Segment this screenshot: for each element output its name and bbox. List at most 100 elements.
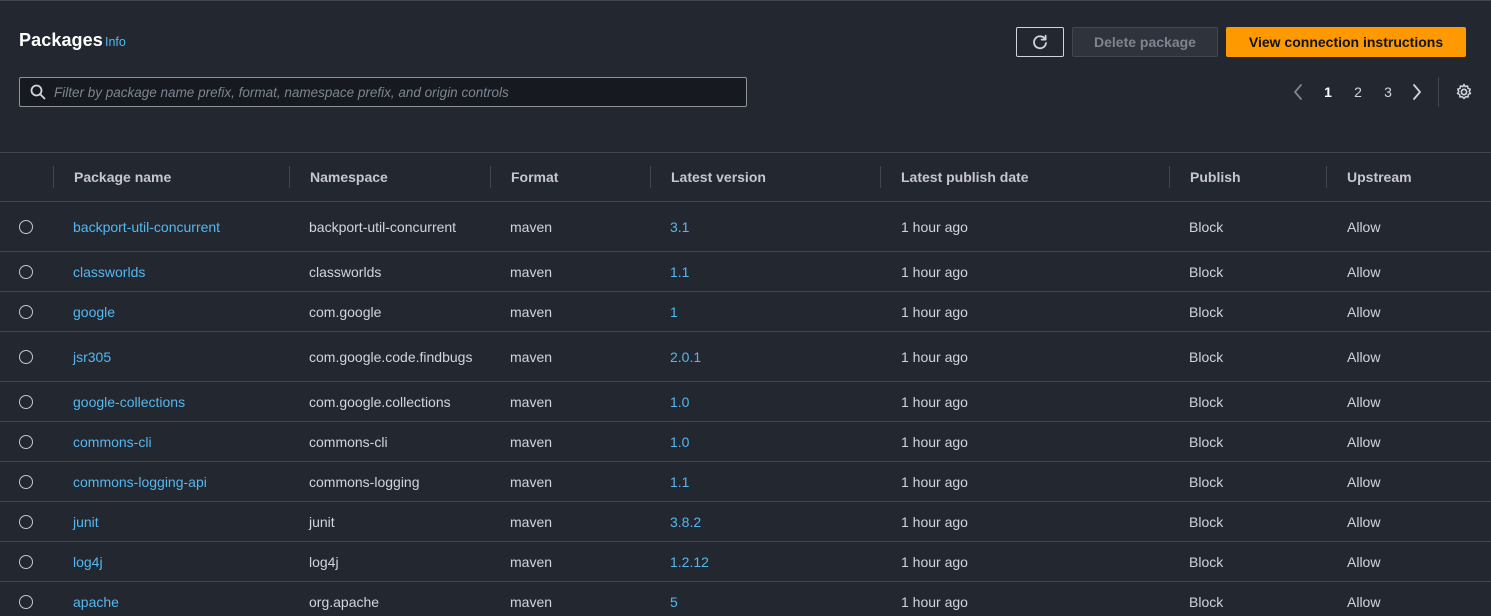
row-select-radio[interactable] [19,434,33,449]
search-input[interactable] [54,84,734,100]
namespace-cell: log4j [309,553,339,570]
publish-cell: Block [1189,593,1224,610]
row-select-radio[interactable] [19,554,33,569]
latest-version-link[interactable]: 2.0.1 [670,332,701,381]
publish-date-cell: 1 hour ago [901,348,968,365]
namespace-cell: backport-util-concurrent [309,218,457,235]
publish-cell: Block [1189,393,1224,410]
latest-version-link[interactable]: 3.1 [670,202,689,251]
format-cell: maven [510,303,553,320]
info-link[interactable]: Info [105,35,126,49]
package-name-link[interactable]: google [73,292,115,331]
search-icon [30,84,46,100]
latest-version-link[interactable]: 1.1 [670,462,689,501]
row-select-radio[interactable] [19,514,33,529]
table-row[interactable]: commons-cli commons-cli maven 1.0 1 hour ago… [0,422,1491,462]
column-divider [880,166,881,188]
column-divider [53,166,54,188]
row-select-radio[interactable] [19,474,33,489]
format-cell: maven [510,433,553,450]
table-row[interactable]: google-collections com.google.collections… [0,382,1491,422]
column-header-publish[interactable]: Publish [1190,153,1241,201]
view-connection-instructions-button[interactable]: View connection instructions [1226,27,1466,57]
namespace-cell: com.google.code.findbugs [309,348,473,365]
package-name-link[interactable]: log4j [73,542,103,581]
package-name-link[interactable]: junit [73,502,99,541]
publish-cell: Block [1189,433,1224,450]
publish-date-cell: 1 hour ago [901,473,968,490]
page-header: Packages Info Delete package View connec… [0,1,1491,151]
latest-version-link[interactable]: 3.8.2 [670,502,701,541]
package-name-link[interactable]: commons-cli [73,422,152,461]
row-select-radio[interactable] [19,394,33,409]
publish-cell: Block [1189,513,1224,530]
chevron-left-icon[interactable] [1291,79,1305,105]
latest-version-link[interactable]: 1.2.12 [670,542,709,581]
page-2-button[interactable]: 2 [1348,79,1368,105]
column-header-format[interactable]: Format [511,153,558,201]
row-select-radio[interactable] [19,349,33,364]
package-name-link[interactable]: classworlds [73,252,145,291]
namespace-cell: junit [309,513,335,530]
refresh-icon [1031,33,1049,51]
column-divider [1326,166,1327,188]
refresh-button[interactable] [1016,27,1064,57]
table-row[interactable]: classworlds classworlds maven 1.1 1 hour ago… [0,252,1491,292]
table-row[interactable]: log4j log4j maven 1.2.12 1 hour ago Block Allo… [0,542,1491,582]
publish-date-cell: 1 hour ago [901,433,968,450]
packages-page: Packages Info Delete package View connec… [0,0,1491,616]
column-header-namespace[interactable]: Namespace [310,153,388,201]
pagination-divider [1438,77,1439,107]
gear-icon[interactable] [1454,82,1474,102]
namespace-cell: com.google [309,303,382,320]
table-row[interactable]: google com.google maven 1 1 hour ago Block All… [0,292,1491,332]
column-header-latest-version[interactable]: Latest version [671,153,766,201]
latest-version-link[interactable]: 1.0 [670,422,689,461]
table-row[interactable]: junit junit maven 3.8.2 1 hour ago Block Allow [0,502,1491,542]
namespace-cell: com.google.collections [309,393,451,410]
row-select-radio[interactable] [19,594,33,609]
latest-version-link[interactable]: 1 [670,292,678,331]
publish-cell: Block [1189,263,1224,280]
publish-date-cell: 1 hour ago [901,393,968,410]
package-name-link[interactable]: jsr305 [73,332,111,381]
format-cell: maven [510,263,553,280]
page-3-button[interactable]: 3 [1378,79,1398,105]
table-row[interactable]: jsr305 com.google.code.findbugs maven 2.0.1… [0,332,1491,382]
upstream-cell: Allow [1347,553,1381,570]
row-select-radio[interactable] [19,219,33,234]
package-name-link[interactable]: commons-logging-api [73,462,207,501]
latest-version-link[interactable]: 1.1 [670,252,689,291]
package-name-link[interactable]: apache [73,582,119,616]
publish-date-cell: 1 hour ago [901,593,968,610]
chevron-right-icon[interactable] [1410,79,1424,105]
table-body: backport-util-concurrent backport-util-co… [0,202,1491,616]
format-cell: maven [510,393,553,410]
latest-version-link[interactable]: 5 [670,582,678,616]
table-row[interactable]: backport-util-concurrent backport-util-co… [0,202,1491,252]
publish-cell: Block [1189,303,1224,320]
format-cell: maven [510,218,553,235]
row-select-radio[interactable] [19,264,33,279]
latest-version-link[interactable]: 1.0 [670,382,689,421]
page-1-button[interactable]: 1 [1318,79,1338,105]
format-cell: maven [510,593,553,610]
package-name-link[interactable]: backport-util-concurrent [73,202,220,251]
delete-package-button[interactable]: Delete package [1072,27,1218,57]
namespace-cell: commons-cli [309,433,388,450]
row-select-radio[interactable] [19,304,33,319]
upstream-cell: Allow [1347,263,1381,280]
upstream-cell: Allow [1347,513,1381,530]
column-header-package-name[interactable]: Package name [74,153,171,201]
table-row[interactable]: apache org.apache maven 5 1 hour ago Block All… [0,582,1491,616]
upstream-cell: Allow [1347,593,1381,610]
package-name-link[interactable]: google-collections [73,382,185,421]
table-row[interactable]: commons-logging-api commons-logging maven 1… [0,462,1491,502]
column-header-upstream[interactable]: Upstream [1347,153,1412,201]
publish-cell: Block [1189,218,1224,235]
column-header-latest-publish-date[interactable]: Latest publish date [901,153,1029,201]
publish-date-cell: 1 hour ago [901,263,968,280]
upstream-cell: Allow [1347,303,1381,320]
publish-date-cell: 1 hour ago [901,553,968,570]
upstream-cell: Allow [1347,218,1381,235]
